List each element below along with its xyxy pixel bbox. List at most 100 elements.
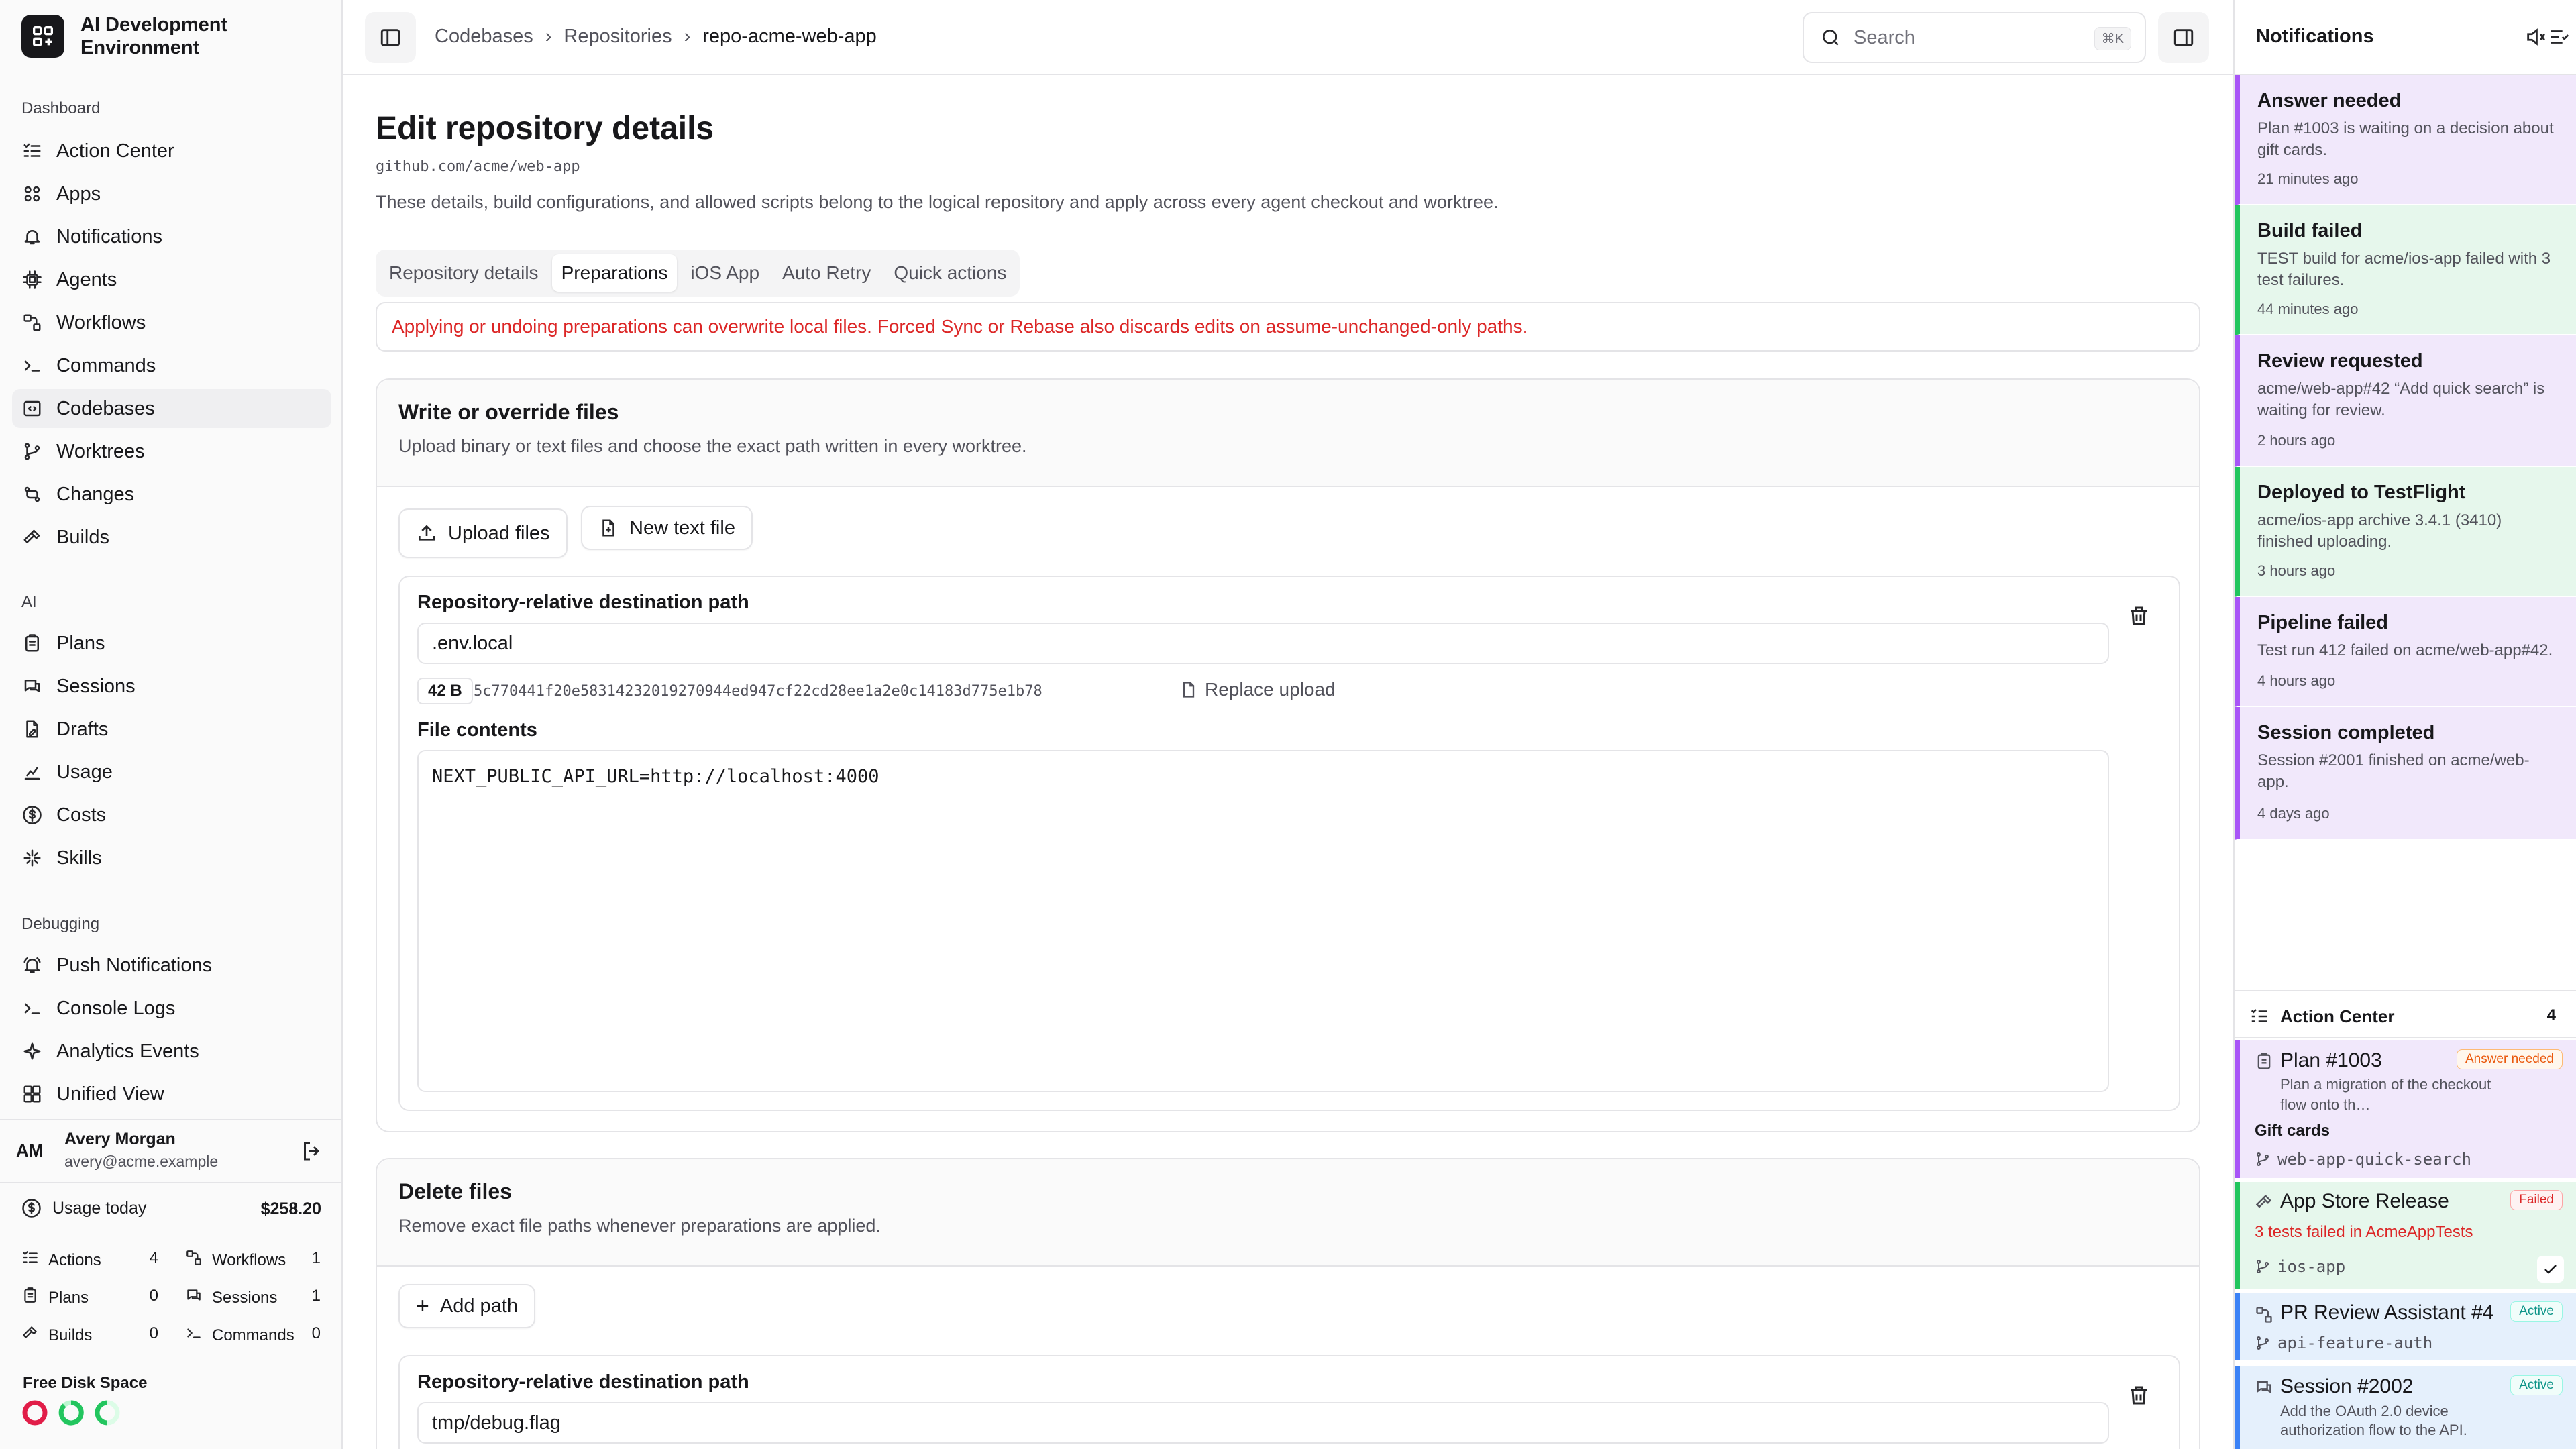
destination-path-input[interactable]: .env.local — [417, 623, 2109, 664]
plus-icon: + — [416, 1293, 429, 1319]
user-profile[interactable]: AM Avery Morgan avery@acme.example — [0, 1119, 343, 1181]
notification-item[interactable]: Session completed Session #2001 finished … — [2235, 707, 2576, 840]
sidebar-item-plans[interactable]: Plans — [12, 624, 331, 663]
chevron-right-icon: › — [684, 25, 691, 47]
check-icon[interactable] — [2537, 1256, 2564, 1283]
sidebar-item-commands[interactable]: Commands — [12, 346, 331, 385]
nav-section-dashboard: Dashboard — [21, 99, 101, 117]
dollar-icon — [21, 804, 43, 826]
bell-ring-icon — [21, 955, 43, 976]
search-input[interactable]: Search ⌘K — [1803, 12, 2146, 63]
action-item-session[interactable]: Session #2002 Active Add the OAuth 2.0 d… — [2235, 1366, 2576, 1449]
sparkle-icon — [21, 1040, 43, 1062]
notification-title: Answer needed — [2257, 90, 2402, 111]
sidebar-item-push-notifications[interactable]: Push Notifications — [12, 946, 331, 985]
notification-time: 21 minutes ago — [2257, 170, 2359, 187]
tab-auto-retry[interactable]: Auto Retry — [773, 254, 880, 292]
tab-preparations[interactable]: Preparations — [551, 254, 678, 292]
trash-icon[interactable] — [2127, 1383, 2151, 1407]
sidebar-item-label: Changes — [56, 483, 135, 505]
skills-icon — [21, 847, 43, 869]
usage-stat-plans[interactable]: Plans — [21, 1287, 89, 1309]
breadcrumb-codebases[interactable]: Codebases — [435, 25, 533, 48]
usage-summary: Usage today $258.20 Actions 4 Workflows 1 Pl… — [0, 1182, 343, 1449]
mute-icon[interactable] — [2524, 25, 2547, 48]
branch-label: web-app-quick-search — [2255, 1150, 2471, 1169]
sidebar-item-console-logs[interactable]: Console Logs — [12, 989, 331, 1028]
sidebar-item-sessions[interactable]: Sessions — [12, 667, 331, 706]
action-item-plan[interactable]: Plan #1003 Answer needed Plan a migratio… — [2235, 1040, 2576, 1178]
branch-name: api-feature-auth — [2277, 1334, 2433, 1352]
sidebar-item-label: Worktrees — [56, 440, 145, 462]
notification-item[interactable]: Build failed TEST build for acme/ios-app … — [2235, 205, 2576, 335]
action-item-pr-review[interactable]: PR Review Assistant #4… Active api-featu… — [2235, 1293, 2576, 1360]
sidebar-item-notifications[interactable]: Notifications — [12, 217, 331, 256]
notification-body: Test run 412 failed on acme/web-app#42. — [2257, 641, 2553, 659]
notification-item[interactable]: Pipeline failed Test run 412 failed on ac… — [2235, 597, 2576, 707]
usage-stat-value: 4 — [149, 1249, 158, 1267]
disk-space-rings — [21, 1399, 121, 1426]
sidebar-item-label: Action Center — [56, 140, 174, 162]
add-path-label: Add path — [439, 1295, 518, 1317]
tab-repository-details[interactable]: Repository details — [380, 254, 548, 292]
action-center-header[interactable]: Action Center 4 — [2235, 990, 2576, 1038]
action-item-title: PR Review Assistant #4… — [2280, 1301, 2495, 1324]
brand[interactable]: AI Development Environment — [21, 13, 268, 59]
sidebar-item-usage[interactable]: Usage — [12, 753, 331, 792]
upload-files-button[interactable]: Upload files — [398, 508, 568, 558]
replace-upload-button[interactable]: Replace upload — [1179, 679, 1336, 700]
sidebar-item-drafts[interactable]: Drafts — [12, 710, 331, 749]
hammer-icon — [2255, 1195, 2271, 1208]
file-hash: 5c770441f20e58314232019270944ed947cf22cd… — [474, 683, 1042, 700]
sidebar-item-workflows[interactable]: Workflows — [12, 303, 331, 342]
panel-right-icon — [2174, 29, 2194, 46]
usage-stat-builds[interactable]: Builds — [21, 1324, 92, 1346]
sidebar-item-skills[interactable]: Skills — [12, 839, 331, 877]
file-contents-textarea[interactable]: NEXT_PUBLIC_API_URL=http://localhost:400… — [417, 750, 2109, 1092]
sidebar-item-analytics-events[interactable]: Analytics Events — [12, 1032, 331, 1071]
usage-today[interactable]: Usage today — [21, 1198, 146, 1218]
usage-stat-commands[interactable]: Commands — [185, 1324, 294, 1346]
breadcrumb-repositories[interactable]: Repositories — [564, 25, 672, 48]
notification-item[interactable]: Review requested acme/web-app#42 “Add qui… — [2235, 335, 2576, 467]
sidebar-item-codebases[interactable]: Codebases — [12, 389, 331, 428]
sidebar-item-costs[interactable]: Costs — [12, 796, 331, 835]
sidebar-item-changes[interactable]: Changes — [12, 475, 331, 514]
file-size-badge: 42 B — [417, 678, 473, 704]
grid-icon — [21, 1083, 43, 1105]
logout-icon[interactable] — [300, 1139, 324, 1163]
apps-icon — [21, 183, 43, 205]
search-placeholder: Search — [1854, 26, 1915, 48]
action-item-subtitle: Add the OAuth 2.0 device authorization f… — [2280, 1403, 2467, 1438]
notification-item[interactable]: Answer needed Plan #1003 is waiting on a … — [2235, 75, 2576, 205]
usage-stat-label: Actions — [48, 1250, 101, 1269]
trash-icon[interactable] — [2127, 604, 2151, 628]
delete-files-title: Delete files — [398, 1179, 512, 1203]
notification-body: acme/ios-app archive 3.4.1 (3410) finish… — [2257, 511, 2502, 551]
toggle-panel-button[interactable] — [2158, 12, 2209, 63]
toggle-sidebar-button[interactable] — [365, 12, 416, 63]
sidebar-item-action-center[interactable]: Action Center — [12, 131, 331, 170]
sidebar: AI Development Environment Dashboard Act… — [0, 0, 343, 1449]
notifications-panel: Notifications Answer needed Plan #1003 is… — [2233, 0, 2576, 1449]
tab-quick-actions[interactable]: Quick actions — [884, 254, 1016, 292]
mark-all-read-icon[interactable] — [2547, 25, 2570, 48]
sidebar-item-builds[interactable]: Builds — [12, 518, 331, 557]
branch-label: ios-app — [2255, 1257, 2345, 1276]
sidebar-item-worktrees[interactable]: Worktrees — [12, 432, 331, 471]
delete-path-input[interactable]: tmp/debug.flag — [417, 1402, 2109, 1444]
action-item-app-store-release[interactable]: App Store Release Failed 3 tests failed … — [2235, 1182, 2576, 1289]
sidebar-item-apps[interactable]: Apps — [12, 174, 331, 213]
new-text-file-button[interactable]: New text file — [581, 506, 753, 550]
chevron-right-icon: › — [545, 25, 552, 47]
tab-ios-app[interactable]: iOS App — [681, 254, 769, 292]
usage-stat-workflows[interactable]: Workflows — [185, 1249, 286, 1271]
add-path-button[interactable]: + Add path — [398, 1284, 535, 1328]
sidebar-item-agents[interactable]: Agents — [12, 260, 331, 299]
notification-item[interactable]: Deployed to TestFlight acme/ios-app archi… — [2235, 467, 2576, 597]
write-files-card: Write or override files Upload binary or… — [376, 378, 2200, 1132]
usage-stat-value: 0 — [311, 1324, 321, 1342]
usage-stat-sessions[interactable]: Sessions — [185, 1287, 277, 1309]
usage-stat-actions[interactable]: Actions — [21, 1249, 101, 1271]
sidebar-item-unified-view[interactable]: Unified View — [12, 1075, 331, 1114]
